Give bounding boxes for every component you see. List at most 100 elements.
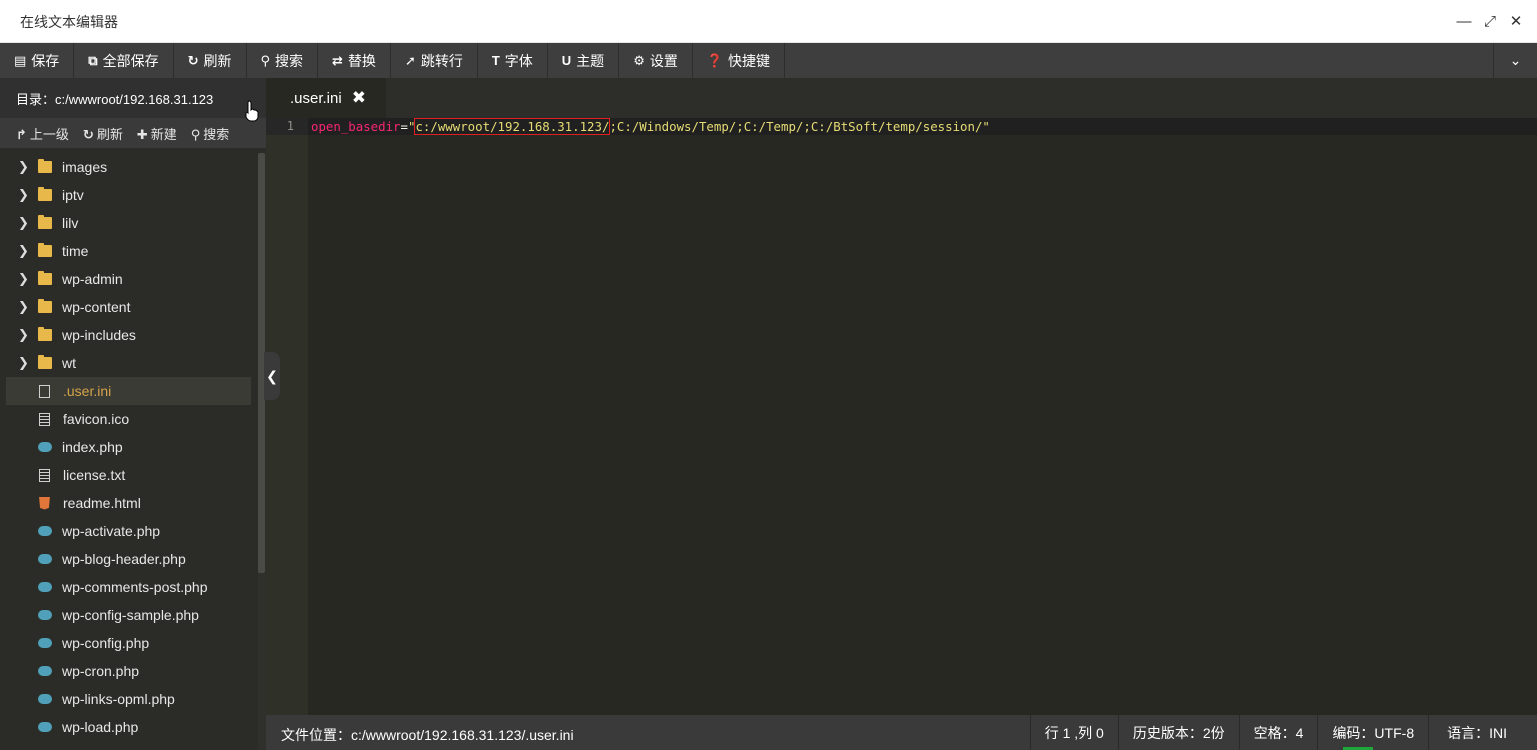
parent-dir-button[interactable]: ↱ 上一级 <box>16 124 69 143</box>
cursor-position[interactable]: 行 1 ,列 0 <box>1029 715 1118 750</box>
sidebar-collapse-handle[interactable]: ❮ <box>264 352 280 400</box>
tab-label: .user.ini <box>290 89 342 107</box>
file-item[interactable]: index.php <box>0 433 258 461</box>
folder-label: lilv <box>62 215 79 231</box>
search-icon: ⚲ <box>190 126 201 142</box>
replace-button[interactable]: ⇄ 替换 <box>318 43 391 78</box>
ini-key: open_basedir <box>311 119 401 134</box>
indent-setting[interactable]: 空格：4 <box>1238 715 1318 750</box>
file-item[interactable]: wp-blog-header.php <box>0 545 258 573</box>
file-label: wp-comments-post.php <box>62 579 208 595</box>
chevron-down-icon: ⌄ <box>1509 52 1522 68</box>
file-item[interactable]: readme.html <box>0 489 258 517</box>
folder-item[interactable]: ❯ time <box>0 237 258 265</box>
folder-item[interactable]: ❯ images <box>0 153 258 181</box>
file-item[interactable]: favicon.ico <box>0 405 258 433</box>
font-button[interactable]: T 字体 <box>478 43 548 78</box>
help-icon: ❓ <box>706 52 724 68</box>
folder-item[interactable]: ❯ wt <box>0 349 258 377</box>
folder-item[interactable]: ❯ wp-admin <box>0 265 258 293</box>
php-icon <box>38 638 52 648</box>
refresh-label: 刷新 <box>203 52 232 69</box>
chevron-right-icon: ❯ <box>18 215 29 230</box>
plus-icon: ✚ <box>136 126 148 142</box>
code-line[interactable]: open_basedir="c:/wwwroot/192.168.31.123/… <box>311 118 990 135</box>
file-item[interactable]: license.txt <box>0 461 258 489</box>
theme-button[interactable]: U 主题 <box>548 43 620 78</box>
search-button[interactable]: ⚲ 搜索 <box>247 43 319 78</box>
settings-button[interactable]: ⚙ 设置 <box>619 43 693 78</box>
file-label: wp-config-sample.php <box>62 607 199 623</box>
file-label: wp-load.php <box>62 719 139 735</box>
php-icon <box>38 582 52 592</box>
folder-icon <box>38 159 52 173</box>
file-item[interactable]: wp-cron.php <box>0 657 258 685</box>
file-sidebar: 目录：c:/wwwroot/192.168.31.123 ↱ 上一级 ↻ 刷新 ✚ 新… <box>0 78 266 750</box>
language-setting[interactable]: 语言：INI <box>1428 715 1537 750</box>
shortcuts-button[interactable]: ❓ 快捷键 <box>693 43 786 78</box>
close-icon[interactable]: ✖ <box>352 88 366 108</box>
minimize-icon[interactable]: — <box>1457 12 1472 30</box>
save-label: 保存 <box>31 52 60 69</box>
file-label: wp-cron.php <box>62 663 140 679</box>
folder-label: wt <box>62 355 76 371</box>
text-file-icon <box>39 468 50 482</box>
save-button[interactable]: ▤ 保存 <box>0 43 75 78</box>
chevron-right-icon: ❯ <box>18 299 29 314</box>
share-icon: ↱ <box>16 126 27 142</box>
goto-line-button[interactable]: ➚ 跳转行 <box>391 43 478 78</box>
tab-user-ini[interactable]: .user.ini ✖ <box>266 78 386 118</box>
encoding-setting[interactable]: 编码：UTF-8 <box>1317 715 1428 750</box>
sidebar-search-button[interactable]: ⚲ 搜索 <box>191 124 230 143</box>
folder-item[interactable]: ❯ wp-includes <box>0 321 258 349</box>
file-item[interactable]: wp-config-sample.php <box>0 601 258 629</box>
sidebar-refresh-button[interactable]: ↻ 刷新 <box>83 124 123 143</box>
file-label: readme.html <box>63 495 141 511</box>
folder-icon <box>38 215 52 229</box>
folder-item[interactable]: ❯ iptv <box>0 181 258 209</box>
file-location: 文件位置：c:/wwwroot/192.168.31.123/.user.ini <box>281 727 574 743</box>
folder-item[interactable]: ❯ lilv <box>0 209 258 237</box>
replace-label: 替换 <box>347 52 376 69</box>
search-label: 搜索 <box>275 52 304 69</box>
new-file-button[interactable]: ✚ 新建 <box>137 124 177 143</box>
file-item[interactable]: wp-comments-post.php <box>0 573 258 601</box>
file-tree: ❯ images ❯ iptv ❯ lilv ❯ time ❯ wp-admin ❯ wp-… <box>0 153 258 741</box>
file-label: wp-config.php <box>62 635 150 651</box>
current-directory: 目录：c:/wwwroot/192.168.31.123 <box>0 78 266 118</box>
goto-line-label: 跳转行 <box>420 52 463 69</box>
magnet-icon: U <box>561 53 572 68</box>
toolbar-collapse-button[interactable]: ⌄ <box>1493 43 1537 78</box>
file-item[interactable]: wp-activate.php <box>0 517 258 545</box>
refresh-icon: ↻ <box>187 52 199 68</box>
highlighted-path: c:/wwwroot/192.168.31.123/ <box>414 118 611 135</box>
sidebar-refresh-label: 刷新 <box>96 126 123 142</box>
refresh-button[interactable]: ↻ 刷新 <box>174 43 247 78</box>
settings-label: 设置 <box>649 52 678 69</box>
file-item[interactable]: wp-load.php <box>0 713 258 741</box>
save-all-button[interactable]: ⧉ 全部保存 <box>74 43 174 78</box>
status-bar: 文件位置：c:/wwwroot/192.168.31.123/.user.ini… <box>266 715 1537 750</box>
php-icon <box>38 666 52 676</box>
chevron-right-icon: ❯ <box>18 243 29 258</box>
folder-item[interactable]: ❯ wp-content <box>0 293 258 321</box>
file-label: license.txt <box>63 467 126 483</box>
file-item[interactable]: wp-config.php <box>0 629 258 657</box>
file-item-active[interactable]: .user.ini <box>6 377 251 405</box>
maximize-icon[interactable]: ⤢ <box>1483 12 1497 30</box>
file-item[interactable]: wp-links-opml.php <box>0 685 258 713</box>
history-versions[interactable]: 历史版本：2份 <box>1117 715 1239 750</box>
folder-icon <box>38 243 52 257</box>
search-icon: ⚲ <box>260 52 271 68</box>
pin-icon: ➚ <box>404 52 416 68</box>
close-icon[interactable]: ✕ <box>1509 12 1523 30</box>
file-label: wp-activate.php <box>62 523 161 539</box>
chevron-right-icon: ❯ <box>18 187 29 202</box>
shortcuts-label: 快捷键 <box>728 52 771 69</box>
php-icon <box>38 722 52 732</box>
php-icon <box>38 554 52 564</box>
gear-icon: ⚙ <box>633 52 645 68</box>
code-editor[interactable]: 1 open_basedir="c:/wwwroot/192.168.31.12… <box>266 118 1537 715</box>
chevron-right-icon: ❯ <box>18 159 29 174</box>
